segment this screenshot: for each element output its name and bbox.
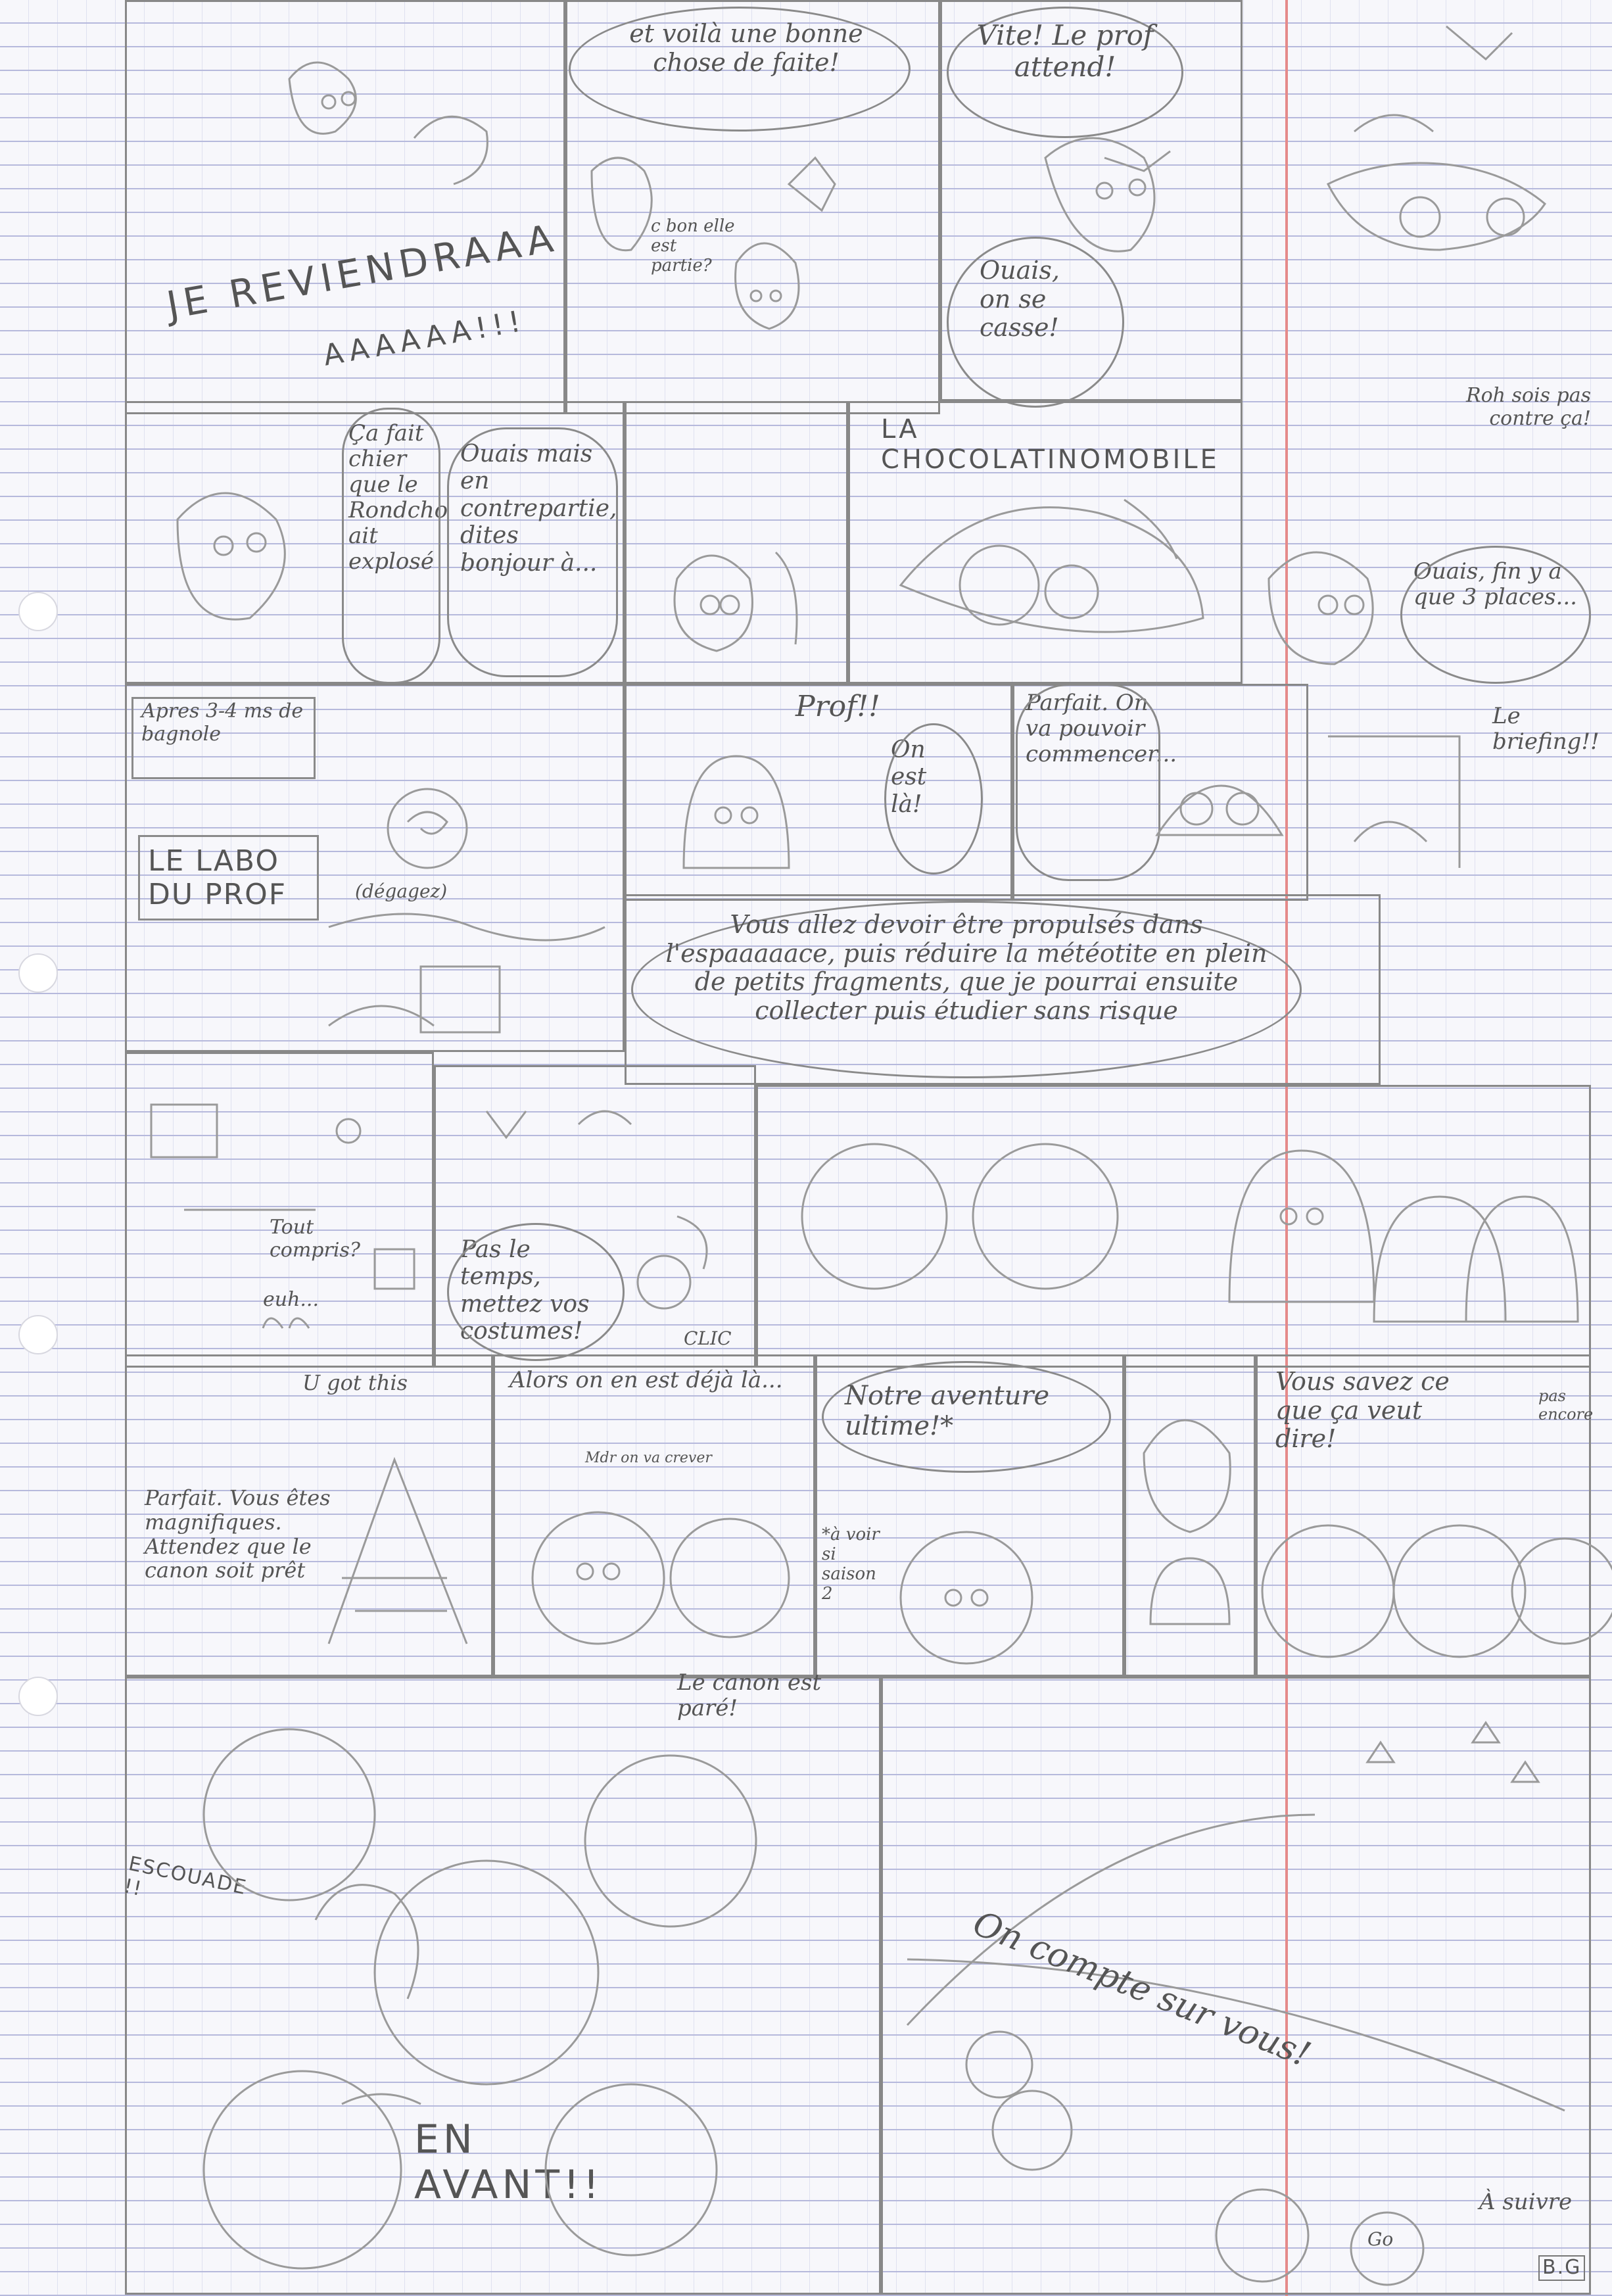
binder-hole: [18, 953, 58, 993]
character-sketch: [1268, 551, 1374, 665]
character-sketch: [288, 61, 488, 185]
astronauts-sketch: [1261, 1524, 1612, 1658]
vehicle-sketch: [899, 498, 1204, 633]
character-sketch: [682, 755, 790, 869]
side-remark: pas encore: [1538, 1387, 1594, 1423]
astronauts-sketch: [801, 1143, 1579, 1323]
sfx-text: Go: [1367, 2228, 1394, 2250]
speech-bubble: [1016, 684, 1160, 881]
speech-text: Notre aventure ultime!*: [845, 1381, 1050, 1441]
speech-text: Parfait. Vous êtes magnifiques. Attendez…: [145, 1485, 331, 1583]
character-sketch: [673, 551, 798, 652]
astronauts-sketch: [531, 1511, 790, 1645]
speech-text: U got this: [302, 1370, 408, 1395]
binder-hole: [18, 1315, 58, 1354]
signature: B.G: [1538, 2255, 1586, 2281]
speech-text: et voilà une bonne chose de faite!: [629, 19, 863, 77]
speech-bubble: [884, 723, 983, 874]
ending-caption: À suivre: [1479, 2189, 1573, 2215]
speech-bubble: [342, 408, 440, 684]
sketch-scribble: [1326, 25, 1546, 251]
binder-hole: [18, 1677, 58, 1716]
speech-text: Mdr on va crever: [585, 1450, 712, 1466]
speech-bubble: [447, 427, 618, 677]
binder-hole: [18, 592, 58, 631]
speech-text: Vous savez ce que ça veut dire!: [1275, 1367, 1450, 1454]
cannon-sketch: [327, 1456, 468, 1644]
character-sketch: [1143, 1419, 1231, 1625]
gear-sketch: [485, 1110, 708, 1310]
notebook-page: JE REVIENDRAAA AAAAAA!!! et voilà une bo…: [0, 0, 1612, 2296]
speech-bubble: [1400, 546, 1591, 684]
caption-text: Apres 3-4 ms de bagnole: [141, 700, 304, 746]
footnote-text: *à voir si saison 2: [822, 1525, 880, 1604]
speech-text: Roh sois pas contre ça!: [1466, 384, 1591, 430]
crowd-sketch: [202, 1728, 757, 2270]
character-sketch: [899, 1531, 1033, 1665]
speech-text: Alors on en est déjà là...: [510, 1367, 783, 1393]
character-sketch: [1155, 784, 1284, 836]
speech-text: Tout compris?: [270, 1216, 360, 1262]
lab-sign-text: LE LABO DU PROF: [148, 844, 287, 911]
speech-text: euh...: [263, 1288, 320, 1311]
sketch-scribble: [1328, 735, 1461, 868]
speech-text: Vous allez devoir être propulsés dans l'…: [665, 910, 1268, 1026]
lab-sketch: [328, 788, 605, 1034]
character-sketch: [176, 492, 286, 621]
speech-text: Le briefing!!: [1492, 703, 1600, 755]
character-sketch: [590, 156, 836, 330]
character-sketch: [1044, 137, 1171, 252]
speech-text: Prof!!: [795, 690, 880, 723]
speech-text: Vite! Le prof attend!: [976, 19, 1154, 84]
